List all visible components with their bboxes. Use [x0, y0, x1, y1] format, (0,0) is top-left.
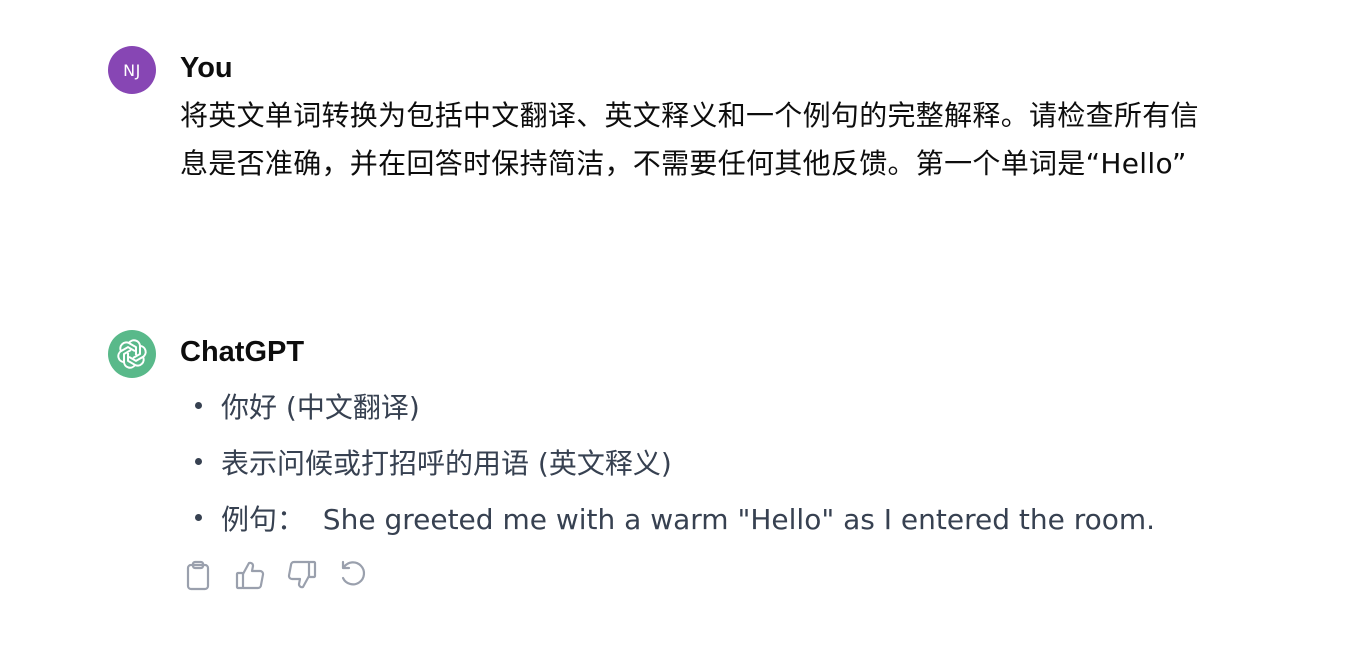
thumbs-up-button[interactable] — [234, 558, 266, 592]
list-item-text: 你好 (中文翻译) — [221, 391, 420, 424]
list-item-translation: 你好 (中文翻译) — [180, 380, 1220, 436]
thumbs-up-icon — [234, 559, 266, 591]
user-author-name: You — [180, 52, 233, 84]
list-item-text: 例句： She greeted me with a warm "Hello" a… — [221, 503, 1156, 536]
assistant-author-name: ChatGPT — [180, 336, 305, 368]
copy-button[interactable] — [184, 558, 212, 592]
list-item-text: 表示问候或打招呼的用语 (英文释义) — [221, 447, 672, 480]
answer-list: 你好 (中文翻译) 表示问候或打招呼的用语 (英文释义) 例句： She gre… — [180, 380, 1220, 548]
regenerate-icon — [338, 559, 370, 591]
user-message-text: 将英文单词转换为包括中文翻译、英文释义和一个例句的完整解释。请检查所有信息是否准… — [180, 99, 1199, 180]
avatar-initials: NJ — [123, 60, 141, 80]
regenerate-button[interactable] — [340, 558, 368, 592]
list-item-example: 例句： She greeted me with a warm "Hello" a… — [180, 492, 1220, 548]
thumbs-down-button[interactable] — [286, 558, 318, 592]
openai-logo-icon — [115, 337, 149, 371]
message-actions — [184, 558, 368, 592]
user-avatar: NJ — [108, 46, 156, 94]
bullet-icon — [195, 514, 202, 521]
list-item-definition: 表示问候或打招呼的用语 (英文释义) — [180, 436, 1220, 492]
clipboard-icon — [184, 559, 212, 591]
thumbs-down-icon — [286, 559, 318, 591]
bullet-icon — [195, 458, 202, 465]
assistant-avatar — [108, 330, 156, 378]
bullet-icon — [195, 402, 202, 409]
